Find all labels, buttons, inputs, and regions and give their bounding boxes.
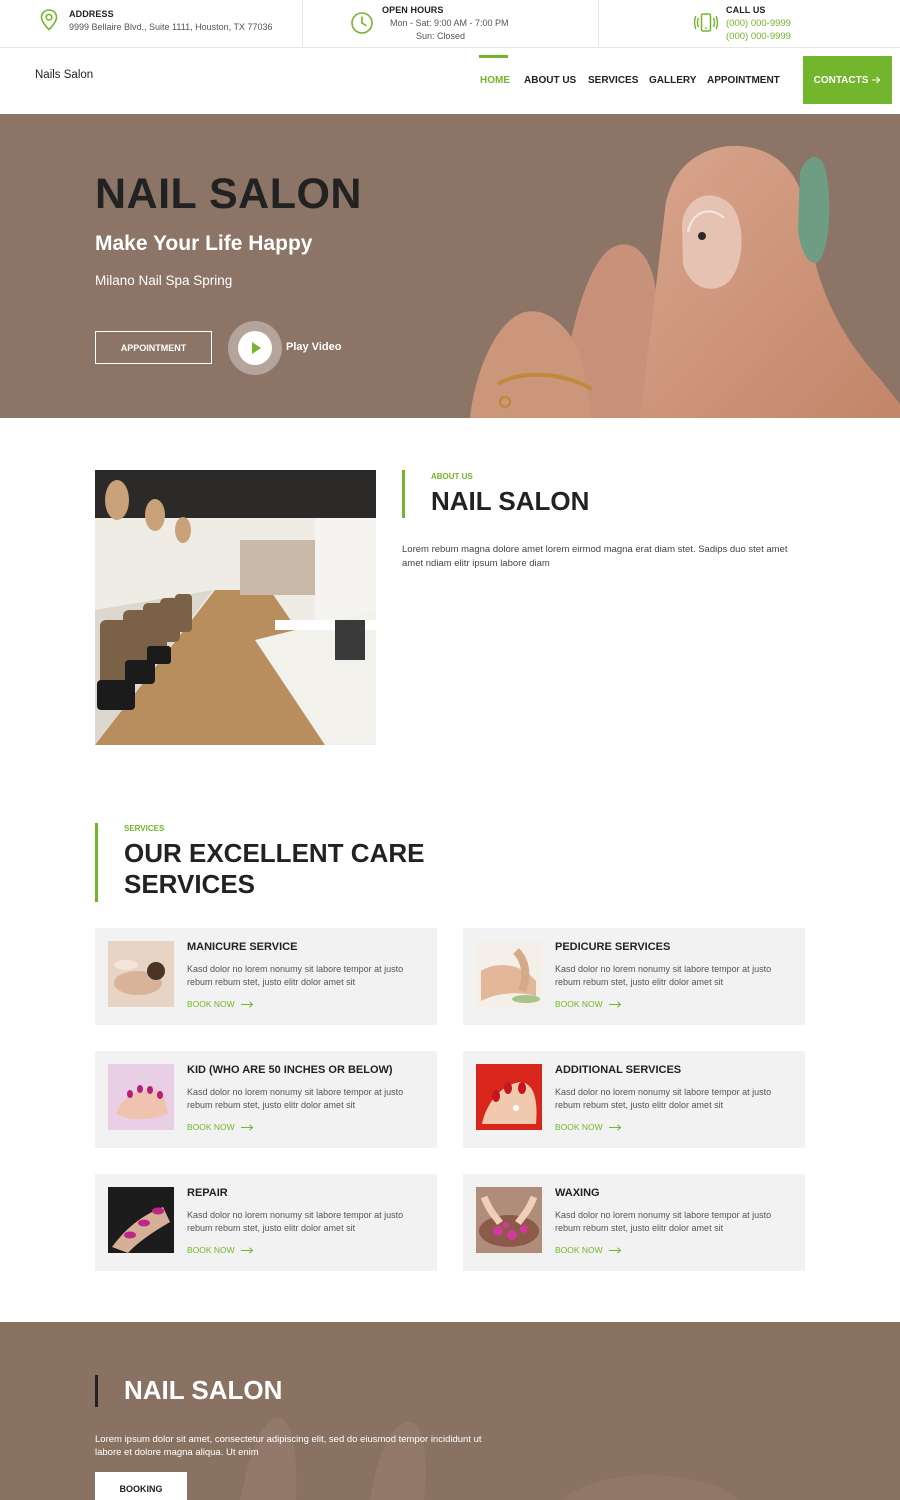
about-title: NAIL SALON xyxy=(431,486,590,516)
about-accent-line xyxy=(402,470,405,518)
book-now-link[interactable]: BOOK NOW xyxy=(555,999,622,1009)
book-now-label: BOOK NOW xyxy=(187,999,235,1009)
service-card-pedicure: PEDICURE SERVICES Kasd dolor no lorem no… xyxy=(463,928,805,1025)
address-block: ADDRESS 9999 Bellaire Blvd., Suite 1111,… xyxy=(0,0,302,48)
service-title: REPAIR xyxy=(187,1187,228,1199)
address-text: 9999 Bellaire Blvd., Suite 1111, Houston… xyxy=(69,22,273,32)
book-now-label: BOOK NOW xyxy=(555,1245,603,1255)
arrow-right-icon xyxy=(608,1246,621,1254)
contacts-label: CONTACTS xyxy=(813,74,869,86)
book-now-link[interactable]: BOOK NOW xyxy=(555,1245,622,1255)
kid-thumbnail xyxy=(108,1064,174,1130)
about-kicker: ABOUT US xyxy=(431,472,473,481)
map-pin-icon xyxy=(40,9,58,36)
book-now-label: BOOK NOW xyxy=(555,1122,603,1132)
clock-icon xyxy=(350,11,374,40)
service-desc: Kasd dolor no lorem nonumy sit labore te… xyxy=(555,964,772,987)
call-title: CALL US xyxy=(726,5,766,15)
service-desc: Kasd dolor no lorem nonumy sit labore te… xyxy=(187,1087,404,1110)
hero-tagline: Milano Nail Spa Spring xyxy=(95,273,233,288)
booking-button[interactable]: BOOKING xyxy=(95,1472,187,1500)
repair-thumbnail xyxy=(108,1187,174,1253)
service-card-kid: KID (WHO ARE 50 INCHES OR BELOW) Kasd do… xyxy=(95,1051,437,1148)
additional-thumbnail xyxy=(476,1064,542,1130)
hero-appointment-label: APPOINTMENT xyxy=(120,342,187,353)
play-video-button[interactable] xyxy=(228,321,282,375)
service-card-repair: REPAIR Kasd dolor no lorem nonumy sit la… xyxy=(95,1174,437,1271)
booking-label: BOOKING xyxy=(119,1484,163,1494)
book-now-link[interactable]: BOOK NOW xyxy=(555,1122,622,1132)
book-now-link[interactable]: BOOK NOW xyxy=(187,1122,254,1132)
service-card-waxing: WAXING Kasd dolor no lorem nonumy sit la… xyxy=(463,1174,805,1271)
arrow-right-icon xyxy=(872,76,881,84)
book-now-link[interactable]: BOOK NOW xyxy=(187,999,254,1009)
services-kicker: SERVICES xyxy=(124,824,165,833)
nav-services[interactable]: SERVICES xyxy=(588,75,638,86)
service-title: PEDICURE SERVICES xyxy=(555,941,671,953)
nav-active-indicator xyxy=(479,55,508,58)
hours-sunday: Sun: Closed xyxy=(416,31,466,41)
service-desc: Kasd dolor no lorem nonumy sit labore te… xyxy=(555,1210,772,1233)
call-block: CALL US (000) 000-9999 (000) 000-9999 xyxy=(598,0,900,48)
book-now-label: BOOK NOW xyxy=(187,1245,235,1255)
arrow-right-icon xyxy=(608,1123,621,1131)
hero-hand-image xyxy=(0,114,900,418)
arrow-right-icon xyxy=(608,1000,621,1008)
services-accent-line xyxy=(95,823,98,902)
book-now-label: BOOK NOW xyxy=(555,999,603,1009)
hours-block: OPEN HOURS Mon - Sat: 9:00 AM - 7:00 PM … xyxy=(302,0,598,48)
hero-appointment-button[interactable]: APPOINTMENT xyxy=(95,331,212,364)
pedicure-thumbnail xyxy=(476,941,542,1007)
service-title: MANICURE SERVICE xyxy=(187,941,298,953)
service-title: ADDITIONAL SERVICES xyxy=(555,1064,682,1076)
phone-icon xyxy=(693,12,719,39)
arrow-right-icon xyxy=(240,1000,253,1008)
services-title-line2: SERVICES xyxy=(124,869,256,899)
services-title-line1: OUR EXCELLENT CARE xyxy=(124,838,425,868)
manicure-thumbnail xyxy=(108,941,174,1007)
nav-about-us[interactable]: ABOUT US xyxy=(524,75,576,86)
play-circle xyxy=(238,331,272,365)
play-video-label[interactable]: Play Video xyxy=(286,341,341,353)
service-desc: Kasd dolor no lorem nonumy sit labore te… xyxy=(187,964,404,987)
service-desc: Kasd dolor no lorem nonumy sit labore te… xyxy=(187,1210,404,1233)
about-text: Lorem rebum magna dolore amet lorem eirm… xyxy=(402,544,788,569)
hours-weekday: Mon - Sat: 9:00 AM - 7:00 PM xyxy=(390,18,509,28)
service-desc: Kasd dolor no lorem nonumy sit labore te… xyxy=(555,1087,772,1110)
phone-link-1[interactable]: (000) 000-9999 xyxy=(726,17,791,30)
hero-title: NAIL SALON xyxy=(95,170,362,218)
service-card-manicure: MANICURE SERVICE Kasd dolor no lorem non… xyxy=(95,928,437,1025)
service-title: KID (WHO ARE 50 INCHES OR BELOW) xyxy=(187,1064,393,1076)
nav-home[interactable]: HOME xyxy=(480,75,510,86)
arrow-right-icon xyxy=(240,1246,253,1254)
booking-band: NAIL SALON Lorem ipsum dolor sit amet, c… xyxy=(0,1322,900,1500)
service-card-additional: ADDITIONAL SERVICES Kasd dolor no lorem … xyxy=(463,1051,805,1148)
top-info-bar: ADDRESS 9999 Bellaire Blvd., Suite 1111,… xyxy=(0,0,900,48)
book-now-link[interactable]: BOOK NOW xyxy=(187,1245,254,1255)
address-title: ADDRESS xyxy=(69,9,114,19)
band-title: NAIL SALON xyxy=(124,1375,283,1405)
nav-gallery[interactable]: GALLERY xyxy=(649,75,696,86)
arrow-right-icon xyxy=(240,1123,253,1131)
hero-subtitle: Make Your Life Happy xyxy=(95,232,313,255)
phone-link-2[interactable]: (000) 000-9999 xyxy=(726,30,791,43)
hero-section: NAIL SALON Make Your Life Happy Milano N… xyxy=(0,114,900,418)
play-icon xyxy=(252,342,261,354)
contacts-button[interactable]: CONTACTS xyxy=(803,56,892,104)
site-logo[interactable]: Nails Salon xyxy=(35,69,93,81)
band-accent-line xyxy=(95,1375,98,1407)
main-navbar: Nails Salon HOME ABOUT US SERVICES GALLE… xyxy=(0,48,900,114)
nav-appointment[interactable]: APPOINTMENT xyxy=(707,75,780,86)
waxing-thumbnail xyxy=(476,1187,542,1253)
book-now-label: BOOK NOW xyxy=(187,1122,235,1132)
hours-title: OPEN HOURS xyxy=(382,5,444,15)
band-text: Lorem ipsum dolor sit amet, consectetur … xyxy=(95,1434,482,1458)
service-title: WAXING xyxy=(555,1187,600,1199)
salon-interior-image xyxy=(95,470,376,745)
